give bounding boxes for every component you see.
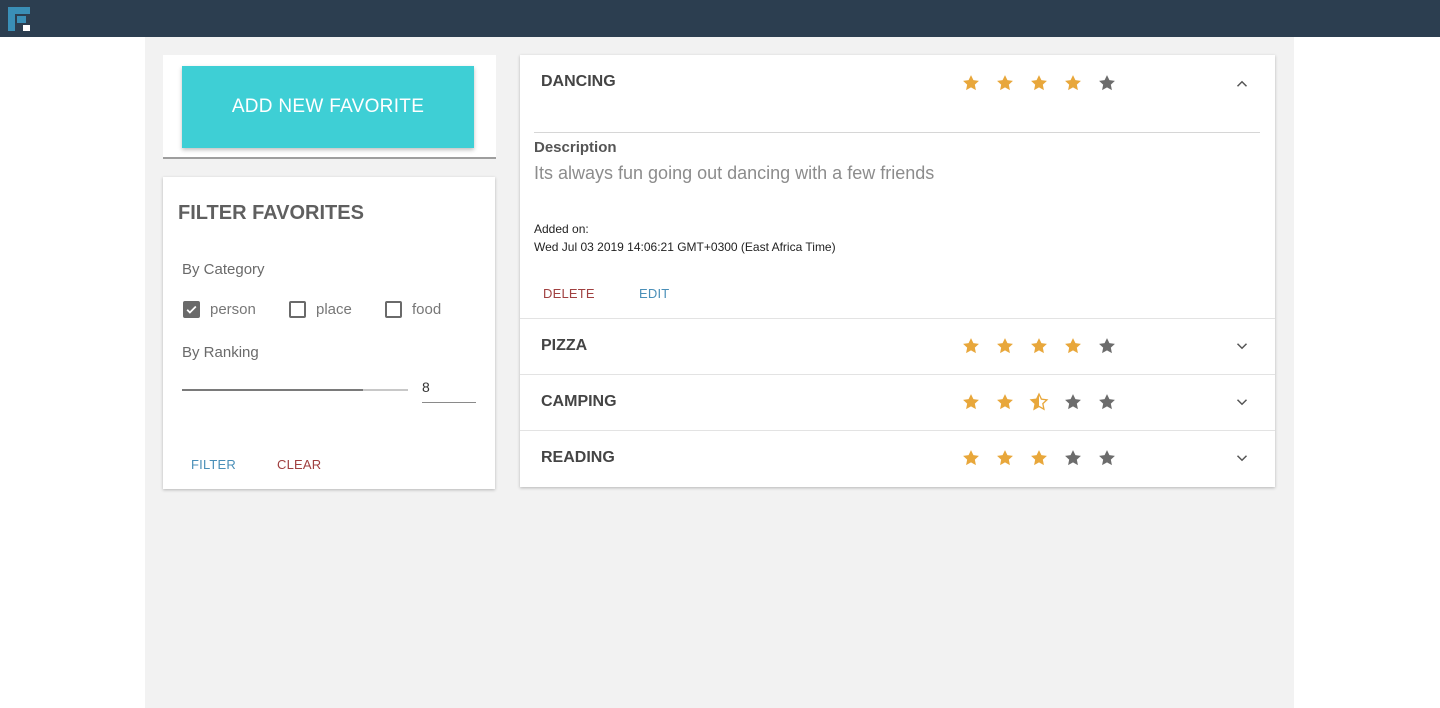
- category-checkbox-person[interactable]: person: [183, 299, 256, 319]
- favorite-title: DANCING: [541, 73, 616, 90]
- app-logo-icon[interactable]: [8, 7, 30, 31]
- favorite-header-reading[interactable]: [520, 431, 1275, 487]
- filter-title: FILTER FAVORITES: [178, 202, 364, 224]
- chevron-up-icon[interactable]: [1233, 75, 1251, 93]
- star-filled-icon[interactable]: [961, 392, 995, 412]
- divider: [534, 132, 1260, 133]
- filter-button[interactable]: FILTER: [191, 457, 236, 472]
- star-empty-icon[interactable]: [1063, 392, 1097, 412]
- favorite-title: READING: [541, 449, 615, 466]
- ranking-slider-fill: [182, 389, 363, 391]
- description-text: Its always fun going out dancing with a …: [534, 163, 935, 183]
- star-filled-icon[interactable]: [1029, 73, 1063, 93]
- star-filled-icon[interactable]: [961, 73, 995, 93]
- filter-favorites-panel: FILTER FAVORITES By Category person plac…: [163, 177, 495, 489]
- favorites-list: DANCING Description Its always fun going…: [520, 55, 1275, 487]
- star-filled-icon[interactable]: [995, 336, 1029, 356]
- star-filled-icon[interactable]: [961, 448, 995, 468]
- by-ranking-label: By Ranking: [182, 344, 259, 361]
- star-filled-icon[interactable]: [1063, 336, 1097, 356]
- category-label: place: [316, 300, 352, 318]
- description-label: Description: [534, 139, 617, 156]
- checkbox-empty-icon: [385, 300, 402, 318]
- ranking-slider[interactable]: [182, 389, 408, 391]
- favorite-title: PIZZA: [541, 337, 588, 354]
- favorite-header-dancing[interactable]: [520, 55, 1275, 111]
- star-filled-icon[interactable]: [995, 448, 1029, 468]
- add-favorite-card: ADD NEW FAVORITE: [163, 55, 496, 159]
- star-empty-icon[interactable]: [1097, 448, 1131, 468]
- added-on-label: Added on:: [534, 222, 589, 236]
- star-filled-icon[interactable]: [1029, 336, 1063, 356]
- star-empty-icon[interactable]: [1097, 336, 1131, 356]
- clear-button[interactable]: CLEAR: [277, 457, 321, 472]
- ranking-input[interactable]: [422, 377, 476, 403]
- ranking-value: 8: [422, 379, 430, 395]
- chevron-down-icon[interactable]: [1233, 449, 1251, 467]
- rating-stars: [961, 73, 1131, 93]
- checkbox-empty-icon: [289, 300, 306, 318]
- rating-stars: [961, 448, 1131, 468]
- star-filled-icon[interactable]: [995, 392, 1029, 412]
- delete-button[interactable]: DELETE: [543, 286, 595, 301]
- star-filled-icon[interactable]: [961, 336, 995, 356]
- added-on-date: Wed Jul 03 2019 14:06:21 GMT+0300 (East …: [534, 240, 836, 254]
- star-filled-icon[interactable]: [1029, 448, 1063, 468]
- category-checkbox-place[interactable]: place: [289, 299, 352, 319]
- by-category-label: By Category: [182, 261, 265, 278]
- chevron-down-icon[interactable]: [1233, 393, 1251, 411]
- category-label: person: [210, 300, 256, 318]
- category-checkbox-food[interactable]: food: [385, 299, 441, 319]
- favorite-title: CAMPING: [541, 393, 617, 410]
- rating-stars: [961, 336, 1131, 356]
- star-empty-icon[interactable]: [1097, 73, 1131, 93]
- top-app-bar: [0, 0, 1440, 37]
- favorite-header-camping[interactable]: [520, 375, 1275, 430]
- category-label: food: [412, 300, 442, 318]
- star-filled-icon[interactable]: [1063, 73, 1097, 93]
- add-new-favorite-button[interactable]: ADD NEW FAVORITE: [182, 66, 474, 148]
- favorite-header-pizza[interactable]: [520, 319, 1275, 374]
- star-empty-icon[interactable]: [1063, 448, 1097, 468]
- edit-button[interactable]: EDIT: [639, 286, 669, 301]
- rating-stars: [961, 392, 1131, 412]
- star-half-icon[interactable]: [1029, 392, 1063, 412]
- chevron-down-icon[interactable]: [1233, 337, 1251, 355]
- star-empty-icon[interactable]: [1097, 392, 1131, 412]
- checkbox-checked-icon: [183, 300, 200, 318]
- star-filled-icon[interactable]: [995, 73, 1029, 93]
